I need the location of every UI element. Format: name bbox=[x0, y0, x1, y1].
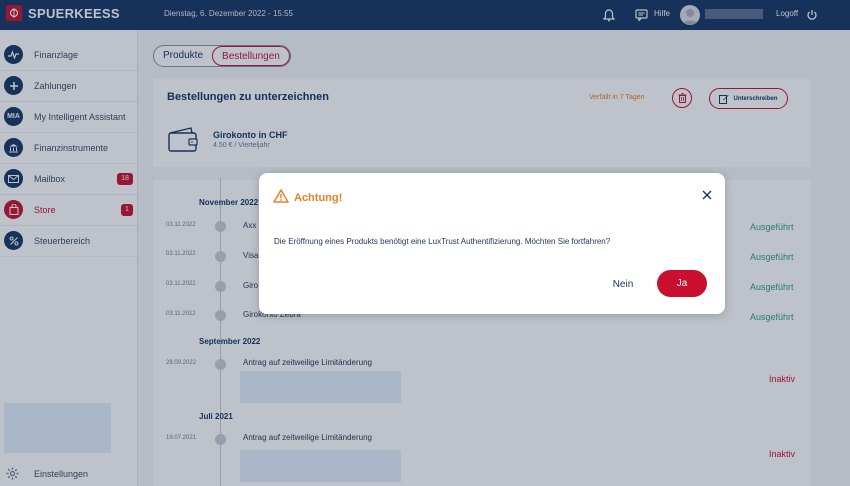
yes-button[interactable]: Ja bbox=[657, 270, 707, 297]
close-icon[interactable] bbox=[701, 188, 713, 200]
confirmation-dialog: Achtung! Die Eröffnung eines Produkts be… bbox=[259, 173, 725, 314]
dialog-message: Die Eröffnung eines Produkts benötigt ei… bbox=[274, 237, 611, 246]
dialog-title: Achtung! bbox=[294, 192, 343, 204]
warning-icon bbox=[273, 189, 289, 203]
no-button[interactable]: Nein bbox=[601, 274, 645, 294]
